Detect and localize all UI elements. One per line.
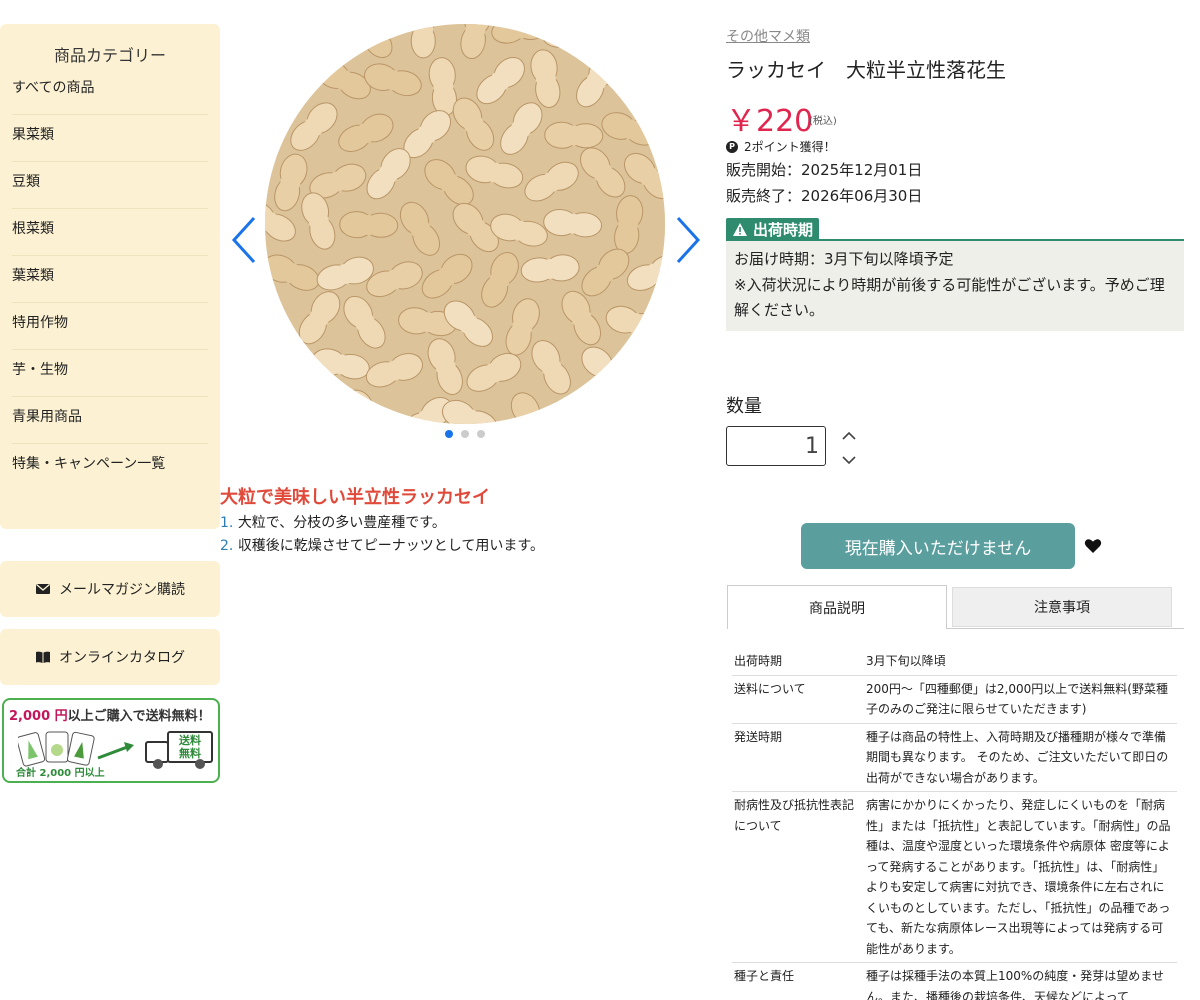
category-item-all[interactable]: すべての商品 (12, 68, 208, 115)
spec-value: 200円〜「四種郵便」は2,000円以上で送料無料(野菜種子のみのご発注に限らせ… (864, 675, 1177, 724)
chevron-up-icon[interactable] (840, 429, 858, 443)
points-text: 2ポイント獲得！ (744, 140, 836, 154)
heart-icon[interactable] (1084, 537, 1102, 555)
truck-label-1: 送料 (178, 733, 201, 747)
category-item-produce[interactable]: 青果用商品 (12, 397, 208, 444)
sale-end-date: 販売終了：2026年06月30日 (726, 187, 923, 205)
online-catalog-label: オンラインカタログ (59, 650, 185, 666)
carousel-dot[interactable] (445, 430, 453, 438)
spec-table: 出荷時期 3月下旬以降頃 送料について 200円〜「四種郵便」は2,000円以上で送… (732, 648, 1177, 1000)
quantity-label: 数量 (726, 396, 762, 417)
points-info: P 2ポイント獲得！ (726, 138, 836, 155)
shipping-delivery-text: お届け時期：3月下旬以降頃予定 (734, 250, 954, 268)
envelope-icon (36, 583, 50, 594)
chevron-right-icon[interactable] (672, 214, 704, 266)
spec-key: 送料について (732, 675, 864, 724)
book-icon (36, 651, 50, 663)
buy-button[interactable]: 現在購入いただけません (801, 523, 1075, 569)
tax-note: (税込) (809, 116, 837, 127)
category-item-tubers[interactable]: 芋・生物 (12, 350, 208, 397)
tab-notes[interactable]: 注意事項 (952, 587, 1172, 627)
chevron-down-icon[interactable] (840, 453, 858, 467)
category-panel: 商品カテゴリー すべての商品 果菜類 豆類 根菜類 葉菜類 特用作物 芋・生物 … (0, 24, 220, 529)
category-item-campaigns[interactable]: 特集・キャンペーン一覧 (12, 444, 208, 491)
table-row: 送料について 200円〜「四種郵便」は2,000円以上で送料無料(野菜種子のみのご… (732, 675, 1177, 724)
newsletter-button[interactable]: メールマガジン購読 (0, 561, 220, 617)
spec-value: 種子は採種手法の本質上100%の純度・発芽は望めません。また、播種後の栽培条件、… (864, 962, 1177, 1000)
category-item-special-crops[interactable]: 特用作物 (12, 303, 208, 350)
spec-key: 耐病性及び抵抗性表記について (732, 791, 864, 963)
free-shipping-banner[interactable]: 2,000 円以上ご購入で送料無料！ 送料 無料 合計 2,000 円以上 (2, 698, 220, 783)
carousel-dots (445, 430, 485, 438)
list-item: 2. 収穫後に乾燥させてピーナッツとして用います。 (220, 538, 544, 554)
category-title: 商品カテゴリー (53, 46, 166, 65)
category-item-fruit-vegetables[interactable]: 果菜類 (12, 115, 208, 162)
description-points: 1. 大粒で、分枝の多い豊産種です。 2. 収穫後に乾燥させてピーナッツとして用… (220, 512, 544, 558)
shipping-note-text: ※入荷状況により時期が前後する可能性がございます。予めご理解ください。 (734, 275, 1165, 320)
spec-key: 発送時期 (732, 723, 864, 792)
shipping-period-label: 出荷時期 (726, 218, 820, 240)
category-item-beans[interactable]: 豆類 (12, 162, 208, 209)
description-headline: 大粒で美味しい半立性ラッカセイ (220, 487, 490, 508)
banner-amount: 2,000 円 (9, 709, 68, 724)
shipping-label-text: 出荷時期 (753, 220, 814, 239)
product-price: ￥220 (726, 104, 814, 139)
carousel-dot[interactable] (461, 430, 469, 438)
newsletter-label: メールマガジン購読 (59, 582, 185, 598)
tab-divider (947, 628, 1184, 629)
carousel-dot[interactable] (477, 430, 485, 438)
quantity-input[interactable] (726, 426, 826, 466)
category-item-leaf-vegetables[interactable]: 葉菜類 (12, 256, 208, 303)
points-icon: P (726, 140, 738, 153)
warning-icon (733, 222, 747, 236)
tab-product-description[interactable]: 商品説明 (727, 585, 947, 629)
banner-text: 以上ご購入で送料無料！ (67, 709, 211, 724)
spec-key: 種子と責任 (732, 962, 864, 1000)
category-item-root-vegetables[interactable]: 根菜類 (12, 209, 208, 256)
shipping-info-box: お届け時期：3月下旬以降頃予定 ※入荷状況により時期が前後する可能性がございます… (726, 241, 1184, 331)
truck-label-2: 無料 (179, 746, 201, 760)
peanuts-image (265, 24, 665, 424)
table-row: 耐病性及び抵抗性表記について 病害にかかりにくかったり、発症しにくいものを「耐病性… (732, 791, 1177, 963)
table-row: 出荷時期 3月下旬以降頃 (732, 648, 1177, 676)
sale-start-date: 販売開始：2025年12月01日 (726, 161, 923, 179)
spec-value: 3月下旬以降頃 (864, 648, 1177, 676)
chevron-left-icon[interactable] (228, 214, 260, 266)
online-catalog-button[interactable]: オンラインカタログ (0, 629, 220, 685)
table-row: 発送時期 種子は商品の特性上、入荷時期及び播種期が様々で準備期間も異なります。 そ… (732, 723, 1177, 792)
breadcrumb-category-link[interactable]: その他マメ類 (726, 26, 810, 46)
table-row: 種子と責任 種子は採種手法の本質上100%の純度・発芽は望めません。また、播種後の… (732, 962, 1177, 1000)
spec-key: 出荷時期 (732, 648, 864, 676)
spec-value: 病害にかかりにくかったり、発症しにくいものを「耐病性」または「抵抗性」と表記して… (864, 791, 1177, 963)
product-title: ラッカセイ 大粒半立性落花生 (726, 58, 1006, 82)
banner-subtext: 合計 2,000 円以上 (16, 768, 105, 779)
list-item: 1. 大粒で、分枝の多い豊産種です。 (220, 515, 446, 531)
spec-value: 種子は商品の特性上、入荷時期及び播種期が様々で準備期間も異なります。 そのため、… (864, 723, 1177, 792)
product-image (265, 24, 665, 424)
